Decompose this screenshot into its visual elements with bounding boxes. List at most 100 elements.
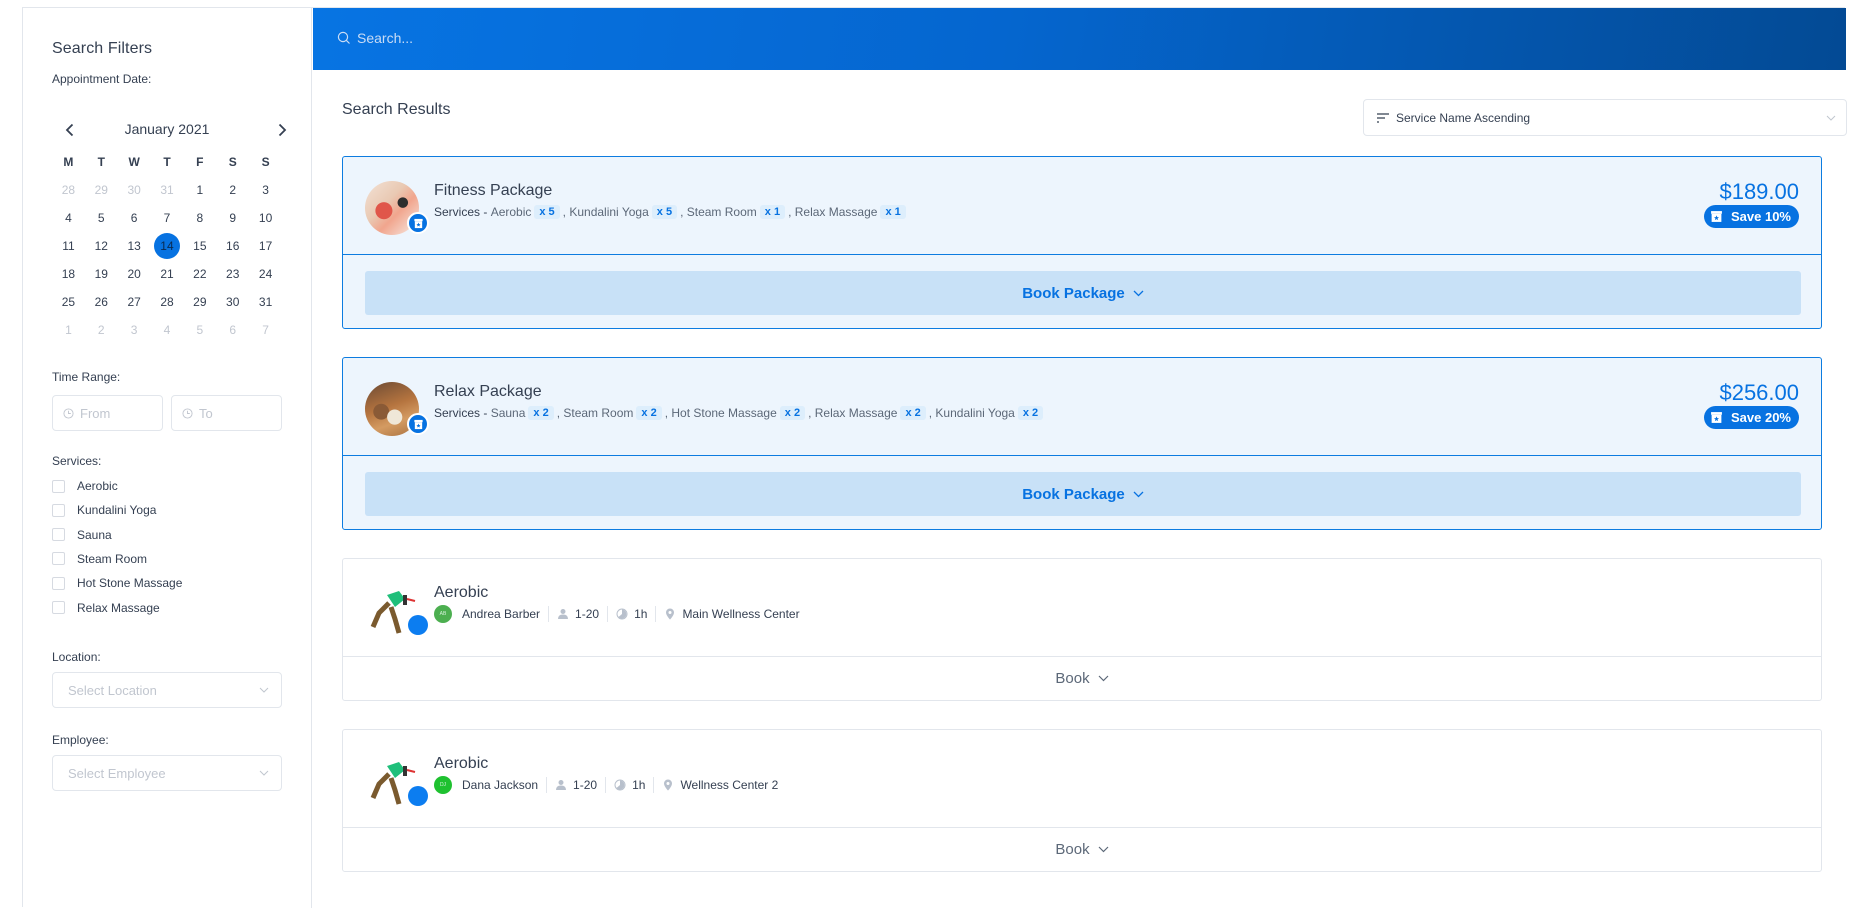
calendar-day[interactable]: 4 bbox=[52, 204, 85, 232]
service-checkbox[interactable]: Relax Massage bbox=[52, 599, 160, 617]
book-package-button[interactable]: Book Package bbox=[365, 472, 1801, 516]
calendar-day[interactable]: 27 bbox=[118, 288, 151, 316]
calendar-day-number: 29 bbox=[94, 183, 108, 197]
package-service-name: Steam Room bbox=[563, 406, 634, 420]
calendar-day[interactable]: 6 bbox=[216, 316, 249, 344]
calendar-day[interactable]: 31 bbox=[151, 176, 184, 204]
calendar-day[interactable]: 2 bbox=[216, 176, 249, 204]
weekday-header: S bbox=[261, 155, 270, 169]
checkbox-icon[interactable] bbox=[52, 528, 65, 542]
service-checkbox-label: Aerobic bbox=[77, 479, 118, 493]
chevron-down-icon bbox=[1133, 290, 1144, 296]
book-button[interactable]: Book bbox=[343, 657, 1821, 699]
calendar-day-number: 14 bbox=[153, 233, 180, 259]
package-icon bbox=[1711, 211, 1722, 222]
book-button[interactable]: Book bbox=[343, 828, 1821, 870]
calendar-day[interactable]: 28 bbox=[52, 176, 85, 204]
package-card-header: Relax Package Services - Sauna x 2, Steam… bbox=[343, 358, 1821, 456]
calendar-day[interactable]: 12 bbox=[85, 232, 118, 260]
calendar-day[interactable]: 8 bbox=[183, 204, 216, 232]
calendar-day[interactable]: 5 bbox=[183, 316, 216, 344]
calendar-day[interactable]: 7 bbox=[151, 204, 184, 232]
calendar-day[interactable]: 2 bbox=[85, 316, 118, 344]
calendar-day[interactable]: 23 bbox=[216, 260, 249, 288]
services-lead: Services - bbox=[434, 406, 491, 420]
search-input[interactable]: Search... bbox=[337, 30, 413, 46]
calendar-day[interactable]: 10 bbox=[249, 204, 282, 232]
sort-select[interactable]: Service Name Ascending bbox=[1363, 99, 1847, 136]
calendar-day[interactable]: 9 bbox=[216, 204, 249, 232]
calendar-day[interactable]: 16 bbox=[216, 232, 249, 260]
chevron-down-icon bbox=[1098, 846, 1109, 852]
service-checkbox[interactable]: Aerobic bbox=[52, 477, 118, 495]
calendar-day[interactable]: 1 bbox=[52, 316, 85, 344]
book-package-button[interactable]: Book Package bbox=[365, 271, 1801, 315]
package-service-qty: x 5 bbox=[651, 205, 678, 219]
calendar-day[interactable]: 24 bbox=[249, 260, 282, 288]
location: Main Wellness Center bbox=[682, 607, 800, 621]
service-checkbox[interactable]: Sauna bbox=[52, 526, 112, 544]
package-badge-icon bbox=[407, 413, 429, 435]
calendar-day[interactable]: 15 bbox=[183, 232, 216, 260]
calendar-day[interactable]: 20 bbox=[118, 260, 151, 288]
service-checkbox-label: Steam Room bbox=[77, 551, 148, 566]
calendar-next-button[interactable] bbox=[273, 120, 291, 140]
time-from-input[interactable]: From bbox=[52, 395, 163, 431]
services-lead: Services - bbox=[434, 205, 491, 219]
calendar-day[interactable]: 6 bbox=[118, 204, 151, 232]
sort-value: Service Name Ascending bbox=[1396, 110, 1531, 125]
location: Wellness Center 2 bbox=[680, 778, 779, 792]
calendar-day[interactable]: 4 bbox=[151, 316, 184, 344]
calendar-day-number: 11 bbox=[62, 239, 75, 253]
calendar-day[interactable]: 29 bbox=[85, 176, 118, 204]
service-checkbox[interactable]: Hot Stone Massage bbox=[52, 574, 182, 592]
calendar-day[interactable]: 28 bbox=[151, 288, 184, 316]
calendar-day[interactable]: 1 bbox=[183, 176, 216, 204]
checkbox-icon[interactable] bbox=[52, 576, 65, 590]
main-content: Search... Search Results Service Name As… bbox=[313, 8, 1847, 908]
calendar-day[interactable]: 13 bbox=[118, 232, 151, 260]
package-price: $256.00 bbox=[1719, 380, 1799, 405]
calendar-month-label: January 2021 bbox=[124, 121, 210, 137]
calendar-day[interactable]: 30 bbox=[118, 176, 151, 204]
time-to-input[interactable]: To bbox=[171, 395, 282, 431]
divider bbox=[605, 777, 607, 793]
location-pin-icon bbox=[664, 779, 673, 791]
package-service-qty: x 5 bbox=[534, 205, 560, 219]
search-placeholder: Search... bbox=[357, 30, 414, 46]
calendar-day[interactable]: 25 bbox=[52, 288, 85, 316]
calendar-header: January 2021 bbox=[52, 118, 287, 142]
calendar-day[interactable]: 18 bbox=[52, 260, 85, 288]
calendar-day[interactable]: 31 bbox=[249, 288, 282, 316]
location-pin-icon bbox=[666, 608, 675, 620]
calendar-day[interactable]: 3 bbox=[118, 316, 151, 344]
calendar-day[interactable]: 22 bbox=[183, 260, 216, 288]
calendar-day[interactable]: 17 bbox=[249, 232, 282, 260]
calendar-day[interactable]: 21 bbox=[151, 260, 184, 288]
calendar-day[interactable]: 11 bbox=[52, 232, 85, 260]
calendar-day[interactable]: 5 bbox=[85, 204, 118, 232]
checkbox-icon[interactable] bbox=[52, 479, 65, 493]
calendar-day[interactable]: 26 bbox=[85, 288, 118, 316]
checkbox-icon[interactable] bbox=[52, 601, 65, 614]
duration-icon bbox=[616, 608, 628, 620]
location-select[interactable]: Select Location bbox=[52, 672, 282, 708]
checkbox-icon[interactable] bbox=[52, 552, 65, 566]
employee-select[interactable]: Select Employee bbox=[52, 755, 282, 791]
separator: , bbox=[788, 205, 795, 219]
calendar-day-number: 10 bbox=[258, 211, 273, 225]
calendar-day-selected[interactable]: 14 bbox=[151, 232, 184, 260]
calendar-day[interactable]: 7 bbox=[249, 316, 282, 344]
separator: , bbox=[928, 406, 936, 420]
calendar-day[interactable]: 30 bbox=[216, 288, 249, 316]
calendar-day-number: 30 bbox=[127, 183, 141, 197]
calendar-day[interactable]: 3 bbox=[249, 176, 282, 204]
checkbox-icon[interactable] bbox=[52, 503, 65, 517]
service-color-dot bbox=[408, 615, 428, 635]
time-to-placeholder: To bbox=[199, 405, 213, 421]
calendar-day[interactable]: 29 bbox=[183, 288, 216, 316]
service-checkbox[interactable]: Steam Room bbox=[52, 550, 147, 568]
calendar-day[interactable]: 19 bbox=[85, 260, 118, 288]
service-checkbox[interactable]: Kundalini Yoga bbox=[52, 501, 156, 519]
calendar-day-number: 26 bbox=[94, 295, 108, 309]
